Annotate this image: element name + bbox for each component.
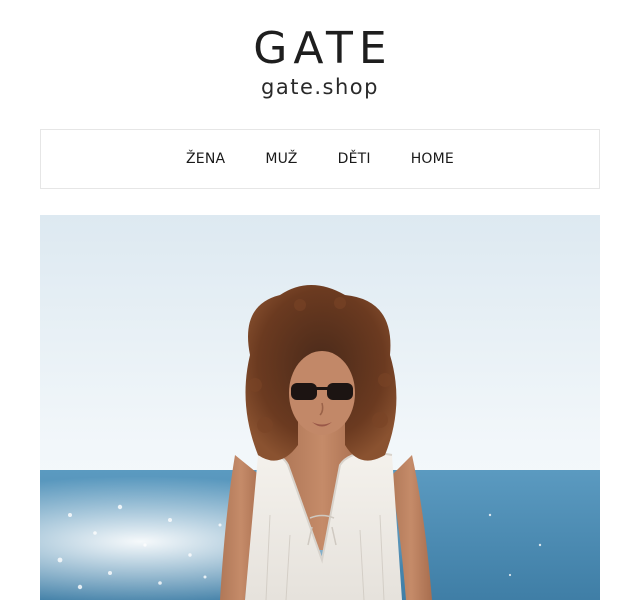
nav-item-zena[interactable]: ŽENA xyxy=(186,151,225,167)
logo-wordmark: GATE xyxy=(253,23,393,74)
hero-photo xyxy=(40,215,600,600)
nav-item-deti[interactable]: DĚTI xyxy=(338,151,371,167)
brand-logo[interactable]: GATE gate.shop xyxy=(0,26,640,102)
hero-banner-link[interactable] xyxy=(40,215,600,600)
email-page: GATE gate.shop ŽENA MUŽ DĚTI HOME xyxy=(0,0,640,600)
nav-item-home[interactable]: HOME xyxy=(411,151,454,167)
logo-domain: gate.shop xyxy=(261,75,379,99)
category-nav: ŽENA MUŽ DĚTI HOME xyxy=(40,129,600,189)
nav-item-muz[interactable]: MUŽ xyxy=(265,151,297,167)
